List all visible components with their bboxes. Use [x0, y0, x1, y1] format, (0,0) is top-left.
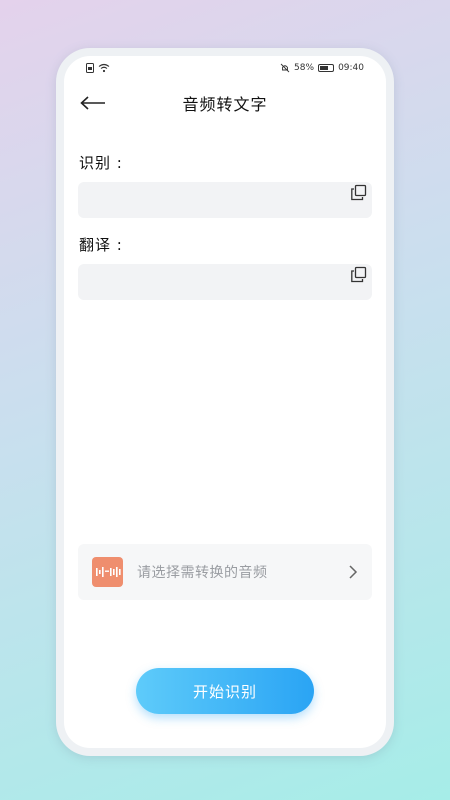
status-right: 58% 09:40	[280, 63, 364, 73]
translation-field[interactable]	[78, 264, 372, 300]
copy-icon[interactable]	[350, 184, 368, 202]
recognition-label: 识别 :	[79, 154, 123, 172]
audio-select-row[interactable]: 请选择需转换的音频	[78, 544, 372, 600]
battery-icon	[318, 64, 335, 72]
sim-icon	[86, 63, 94, 73]
wifi-icon	[98, 63, 110, 73]
status-left	[86, 63, 110, 73]
audio-file-icon	[92, 557, 123, 587]
page-title: 音频转文字	[182, 95, 268, 114]
back-button[interactable]	[78, 90, 108, 116]
app-screen: 58% 09:40 音频转文字 识别 : 翻译 : 请选择需转换的音频 开始识别	[64, 56, 386, 748]
start-recognition-button[interactable]: 开始识别	[136, 668, 314, 714]
status-bar: 58% 09:40	[64, 56, 386, 80]
copy-icon[interactable]	[350, 266, 368, 284]
battery-percent: 58%	[294, 63, 315, 73]
mute-bell-icon	[280, 63, 290, 73]
back-arrow-icon	[80, 96, 105, 110]
recognition-field[interactable]	[78, 182, 372, 218]
audio-select-label: 请选择需转换的音频	[137, 565, 268, 581]
header: 音频转文字	[64, 86, 386, 120]
translation-label: 翻译 :	[79, 236, 123, 254]
waveform-icon	[95, 567, 121, 577]
chevron-right-icon	[349, 565, 358, 579]
clock: 09:40	[338, 63, 364, 73]
